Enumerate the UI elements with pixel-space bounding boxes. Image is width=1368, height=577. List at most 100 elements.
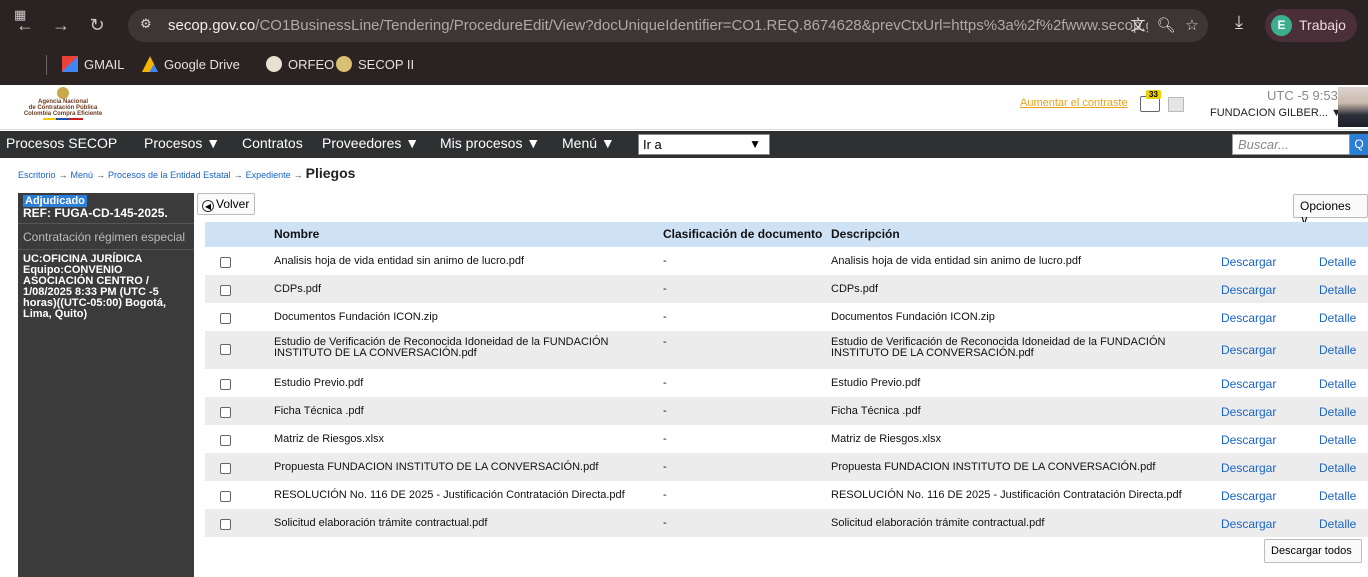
nav-procesos-secop[interactable]: Procesos SECOP: [6, 135, 117, 151]
detail-link[interactable]: Detalle: [1319, 283, 1356, 297]
document-classification: -: [663, 489, 667, 501]
row-checkbox[interactable]: [220, 379, 231, 390]
table-row: Documentos Fundación ICON.zip - Documentos…: [205, 303, 1368, 331]
user-avatar[interactable]: [1338, 87, 1368, 127]
profile-button[interactable]: E Trabajo: [1265, 9, 1357, 42]
divider: [18, 249, 194, 250]
breadcrumb-arrow-icon: →: [96, 170, 106, 180]
header-name: Nombre: [274, 227, 320, 241]
row-checkbox[interactable]: [220, 407, 231, 418]
breadcrumb-arrow-icon: →: [293, 170, 303, 180]
apps-grid-icon[interactable]: ▦: [14, 5, 26, 25]
breadcrumb-escritorio[interactable]: Escritorio: [18, 170, 56, 180]
download-link[interactable]: Descargar: [1221, 283, 1276, 297]
breadcrumb-expediente[interactable]: Expediente: [246, 170, 291, 180]
bookmark-orfeo[interactable]: ORFEO: [266, 55, 334, 75]
nav-procesos[interactable]: Procesos ▼: [144, 135, 220, 151]
detail-link[interactable]: Detalle: [1319, 343, 1356, 357]
document-name: Propuesta FUNDACION INSTITUTO DE LA CONV…: [274, 461, 599, 473]
bookmark-gmail[interactable]: GMAIL: [62, 55, 124, 75]
detail-link[interactable]: Detalle: [1319, 461, 1356, 475]
document-description: Analisis hoja de vida entidad sin animo …: [831, 255, 1082, 267]
back-button[interactable]: ◀ Volver: [197, 193, 255, 215]
breadcrumb-menu[interactable]: Menú: [71, 170, 94, 180]
search-input[interactable]: Buscar...: [1232, 134, 1350, 155]
unit-line: Lima, Quito): [23, 308, 88, 320]
document-name: Ficha Técnica .pdf: [274, 405, 364, 417]
contract-regimen: Contratación régimen especial: [23, 230, 186, 244]
flag-bar: [43, 118, 83, 120]
document-name: CDPs.pdf: [274, 283, 322, 295]
document-name: Analisis hoja de vida entidad sin animo …: [274, 255, 525, 267]
site-settings-icon[interactable]: ⚙: [140, 16, 160, 34]
detail-link[interactable]: Detalle: [1319, 377, 1356, 391]
row-checkbox[interactable]: [220, 463, 231, 474]
nav-mis-procesos[interactable]: Mis procesos ▼: [440, 135, 540, 151]
row-checkbox[interactable]: [220, 519, 231, 530]
download-link[interactable]: Descargar: [1221, 433, 1276, 447]
row-checkbox[interactable]: [220, 313, 231, 324]
nav-contratos[interactable]: Contratos: [242, 135, 303, 151]
document-classification: -: [663, 255, 667, 267]
row-checkbox[interactable]: [220, 285, 231, 296]
unit-details: UC:OFICINA JURÍDICA Equipo:CONVENIO ASOC…: [23, 254, 193, 320]
bookmark-star-icon[interactable]: ☆: [1182, 16, 1202, 36]
download-link[interactable]: Descargar: [1221, 461, 1276, 475]
search-icon[interactable]: Q: [1350, 134, 1368, 155]
breadcrumb-arrow-icon: →: [58, 170, 68, 180]
agency-logo[interactable]: Agencia Nacional de Contratación Pública…: [4, 87, 122, 127]
download-icon[interactable]: ⤓: [1228, 12, 1250, 34]
download-link[interactable]: Descargar: [1221, 517, 1276, 531]
detail-link[interactable]: Detalle: [1319, 311, 1356, 325]
bookmark-google-drive[interactable]: Google Drive: [142, 55, 240, 75]
options-button[interactable]: Opciones ∨: [1293, 194, 1368, 227]
process-reference: REF: FUGA-CD-145-2025.: [23, 206, 168, 220]
user-menu[interactable]: FUNDACION GILBER... ▼: [1210, 107, 1342, 119]
download-all-button[interactable]: Descargar todos: [1264, 539, 1362, 563]
download-link[interactable]: Descargar: [1221, 489, 1276, 503]
row-checkbox[interactable]: [220, 344, 231, 355]
detail-link[interactable]: Detalle: [1319, 433, 1356, 447]
site-header: Agencia Nacional de Contratación Pública…: [0, 85, 1368, 130]
detail-link[interactable]: Detalle: [1319, 517, 1356, 531]
breadcrumb-arrow-icon: →: [233, 170, 243, 180]
profile-name: Trabajo: [1299, 17, 1346, 33]
document-classification: -: [663, 405, 667, 417]
back-circle-icon: ◀: [202, 200, 214, 212]
download-link[interactable]: Descargar: [1221, 311, 1276, 325]
notes-icon[interactable]: [1168, 97, 1184, 112]
nav-menu[interactable]: Menú ▼: [562, 135, 615, 151]
address-bar[interactable]: ⚙ secop.gov.co/CO1BusinessLine/Tendering…: [128, 9, 1208, 42]
row-checkbox[interactable]: [220, 491, 231, 502]
profile-avatar: E: [1271, 15, 1292, 36]
zoom-icon[interactable]: 🔍︎: [1156, 16, 1176, 36]
forward-arrow-icon[interactable]: →: [50, 14, 72, 36]
table-row: CDPs.pdf - CDPs.pdf Descargar Detalle: [205, 275, 1368, 303]
bookmark-secop-ii[interactable]: SECOP II: [336, 55, 414, 75]
detail-link[interactable]: Detalle: [1319, 255, 1356, 269]
row-checkbox[interactable]: [220, 257, 231, 268]
goto-select[interactable]: Ir a ▼: [638, 134, 770, 155]
detail-link[interactable]: Detalle: [1319, 405, 1356, 419]
download-link[interactable]: Descargar: [1221, 405, 1276, 419]
reload-icon[interactable]: ↻: [86, 14, 108, 36]
download-link[interactable]: Descargar: [1221, 377, 1276, 391]
download-link[interactable]: Descargar: [1221, 255, 1276, 269]
page-title: Pliegos: [305, 165, 356, 181]
bookmark-label: Google Drive: [164, 57, 240, 72]
document-description: CDPs.pdf: [831, 283, 879, 295]
breadcrumb-procesos[interactable]: Procesos de la Entidad Estatal: [108, 170, 231, 180]
download-link[interactable]: Descargar: [1221, 343, 1276, 357]
increase-contrast-link[interactable]: Aumentar el contraste: [1020, 97, 1128, 109]
chevron-down-icon: ▼: [749, 137, 761, 151]
row-checkbox[interactable]: [220, 435, 231, 446]
document-name: Matriz de Riesgos.xlsx: [274, 433, 385, 445]
translate-icon[interactable]: 文: [1128, 16, 1148, 36]
detail-link[interactable]: Detalle: [1319, 489, 1356, 503]
document-name: RESOLUCIÓN No. 116 DE 2025 - Justificaci…: [274, 489, 625, 501]
table-row: Solicitud elaboración trámite contractua…: [205, 509, 1368, 537]
url-text[interactable]: secop.gov.co/CO1BusinessLine/Tendering/P…: [168, 17, 1148, 34]
nav-proveedores[interactable]: Proveedores ▼: [322, 135, 419, 151]
table-header: Nombre Clasificación de documento Descri…: [205, 222, 1368, 247]
document-classification: -: [663, 336, 667, 348]
